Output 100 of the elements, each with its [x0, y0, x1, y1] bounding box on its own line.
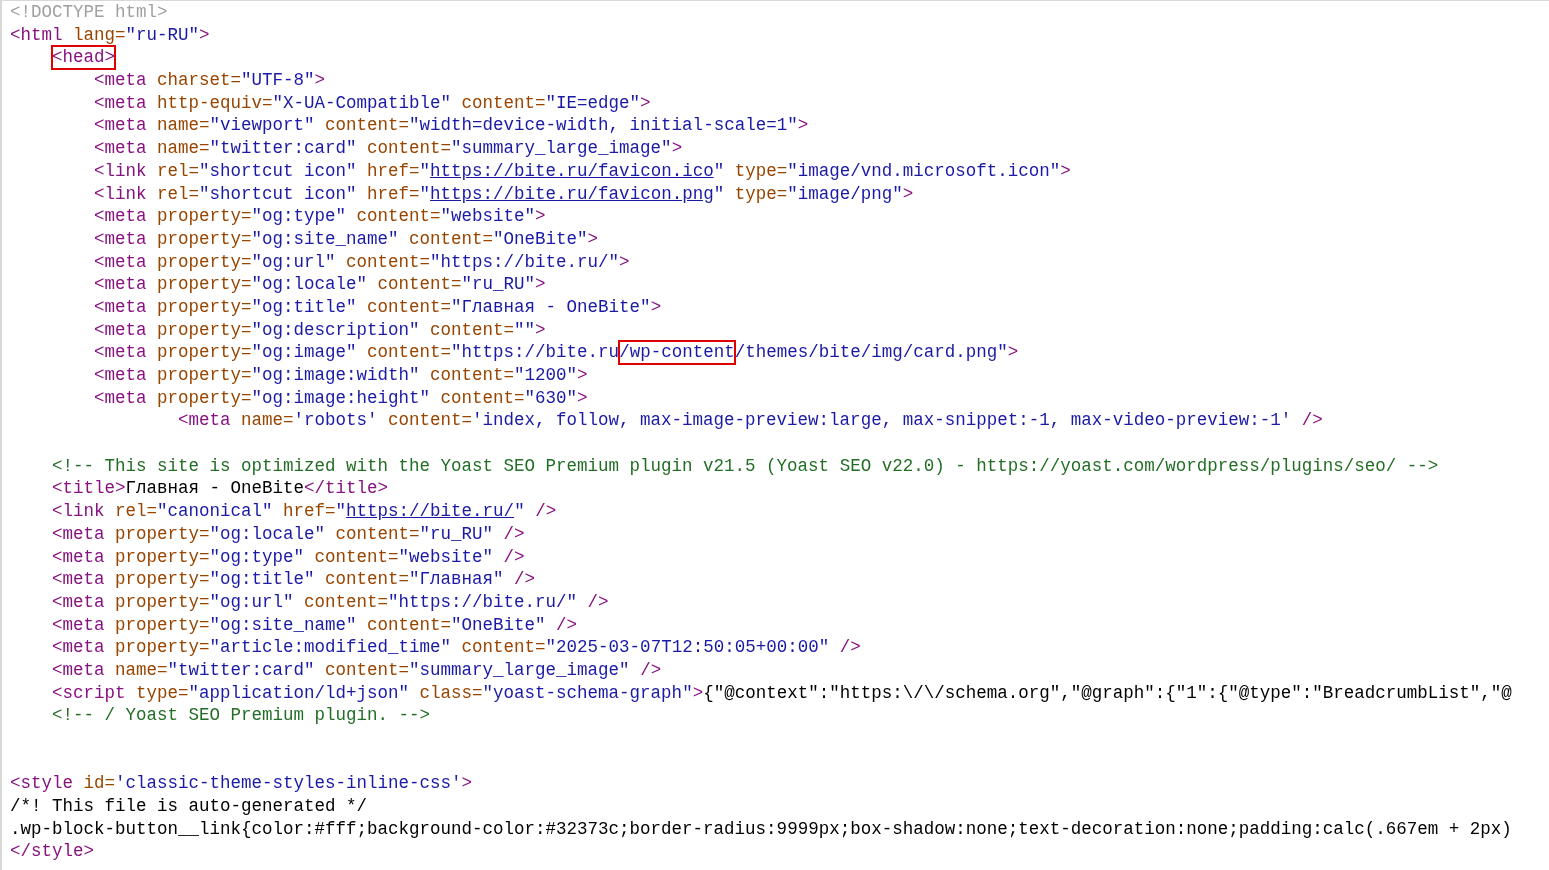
html-tag: <title> [52, 477, 126, 501]
attribute-name: content= [460, 91, 546, 115]
attribute-name: property= [156, 250, 252, 274]
html-tag: <meta [52, 568, 105, 591]
html-tag: > [1007, 341, 1019, 364]
attribute-name: content= [334, 522, 420, 546]
html-tag: > [199, 23, 210, 47]
attribute-value: "og:url" [251, 250, 336, 274]
html-tag: > [797, 114, 809, 138]
html-tag: > [461, 772, 473, 796]
html-tag: > [535, 318, 546, 342]
attribute-value: "og:title" [251, 295, 357, 319]
attribute-value: "og:type" [251, 205, 347, 228]
attribute-value: "https://bite.ru/" [430, 250, 620, 274]
attribute-name: href= [282, 500, 336, 523]
attribute-name: property= [156, 341, 252, 364]
attribute-value: "og:image:height" [251, 386, 431, 410]
attribute-value: "image/vnd.microsoft.icon" [787, 159, 1061, 183]
attribute-name: content= [387, 409, 473, 433]
attribute-value: "og:title" [209, 568, 315, 591]
attribute-value: "shortcut icon" [199, 182, 357, 206]
html-tag: > [535, 205, 546, 228]
attribute-value: "1200" [514, 364, 578, 387]
attribute-value: "yoast-schema-graph" [482, 681, 693, 705]
html-tag: > [535, 273, 546, 296]
attribute-name: id= [82, 772, 116, 796]
attribute-value: "summary_large_image" [451, 137, 672, 160]
html-tag: <link [94, 159, 147, 183]
url-link[interactable]: https://bite.ru/favicon.ico [430, 159, 714, 183]
attribute-value: " [335, 500, 347, 523]
html-tag: /> [577, 590, 609, 614]
attribute-name: property= [114, 522, 210, 546]
html-tag: <link [94, 182, 147, 206]
attribute-value: "https://bite.ru [451, 341, 620, 364]
attribute-value: "og:site_name" [209, 613, 357, 637]
attribute-value: "application/ld+json" [188, 681, 410, 705]
html-tag: <style [10, 772, 73, 796]
attribute-name: property= [156, 318, 252, 342]
attribute-name: content= [439, 386, 525, 410]
attribute-value: "summary_large_image" [409, 658, 630, 682]
attribute-value: "og:site_name" [251, 227, 399, 251]
html-tag: <meta [94, 114, 147, 138]
attribute-name: content= [376, 273, 462, 296]
html-tag: <meta [52, 636, 105, 659]
attribute-name: content= [355, 205, 441, 228]
url-link[interactable]: https://bite.ru/favicon.png [430, 182, 714, 206]
html-tag: <meta [52, 590, 105, 614]
url-link[interactable]: https://bite.ru/ [346, 500, 515, 523]
html-tag: <meta [94, 341, 147, 364]
attribute-value: " [713, 159, 725, 183]
html-tag: /> [493, 545, 525, 569]
html-tag: <meta [94, 386, 147, 410]
attribute-value: 'classic-theme-styles-inline-css' [115, 772, 462, 796]
attribute-name: property= [114, 568, 210, 591]
attribute-value: "https://bite.ru/" [388, 590, 578, 614]
attribute-value: "IE=edge" [545, 91, 641, 115]
html-tag: <meta [94, 227, 147, 251]
html-tag: /> [493, 522, 525, 546]
attribute-value: "Главная" [409, 568, 504, 591]
attribute-value: 'index, follow, max-image-preview:large, max-snippet:-1, max-video-preview:-1' [472, 409, 1292, 433]
html-tag: <meta [94, 69, 147, 92]
html-tag: <meta [52, 613, 105, 637]
attribute-name: property= [156, 273, 252, 296]
highlighted-attribute-value: /wp-content [619, 341, 735, 364]
attribute-value: "og:image" [251, 341, 357, 364]
attribute-name: content= [324, 568, 410, 591]
attribute-name: content= [366, 137, 452, 160]
attribute-value: "" [514, 318, 536, 342]
attribute-name: property= [114, 590, 210, 614]
html-tag: <meta [94, 318, 147, 342]
attribute-name: content= [313, 545, 399, 569]
html-tag: > [577, 364, 588, 387]
text-content: {"@context":"https:\/\/schema.org","@graph":{"1":{"@type":"BreadcrumbList","@ [703, 681, 1512, 705]
attribute-value: "630" [524, 386, 578, 410]
attribute-name: name= [156, 114, 210, 138]
attribute-value: "og:description" [251, 318, 420, 342]
highlighted-html-tag: <head> [52, 46, 115, 70]
attribute-value: "website" [440, 205, 536, 228]
attribute-value: "og:type" [209, 545, 305, 569]
html-tag: <meta [94, 250, 147, 274]
attribute-name: lang= [72, 23, 126, 47]
attribute-name: type= [733, 182, 788, 206]
attribute-name: content= [366, 295, 452, 319]
attribute-name: class= [418, 681, 483, 705]
html-tag: /> [545, 613, 578, 637]
attribute-value: "2025-03-07T12:50:05+00:00" [545, 636, 830, 659]
attribute-value: "article:modified_time" [209, 636, 452, 659]
attribute-name: href= [366, 182, 420, 206]
html-tag: </title> [304, 477, 389, 501]
attribute-name: http-equiv= [156, 91, 273, 115]
attribute-name: property= [114, 613, 210, 637]
html-tag: /> [524, 500, 557, 523]
attribute-name: name= [114, 658, 168, 682]
attribute-value: " [419, 182, 431, 206]
attribute-name: property= [156, 205, 252, 228]
attribute-name: property= [156, 295, 252, 319]
attribute-value: 'robots' [293, 409, 378, 433]
html-tag: /> [829, 636, 861, 659]
html-tag: > [671, 137, 683, 160]
attribute-name: rel= [156, 182, 200, 206]
